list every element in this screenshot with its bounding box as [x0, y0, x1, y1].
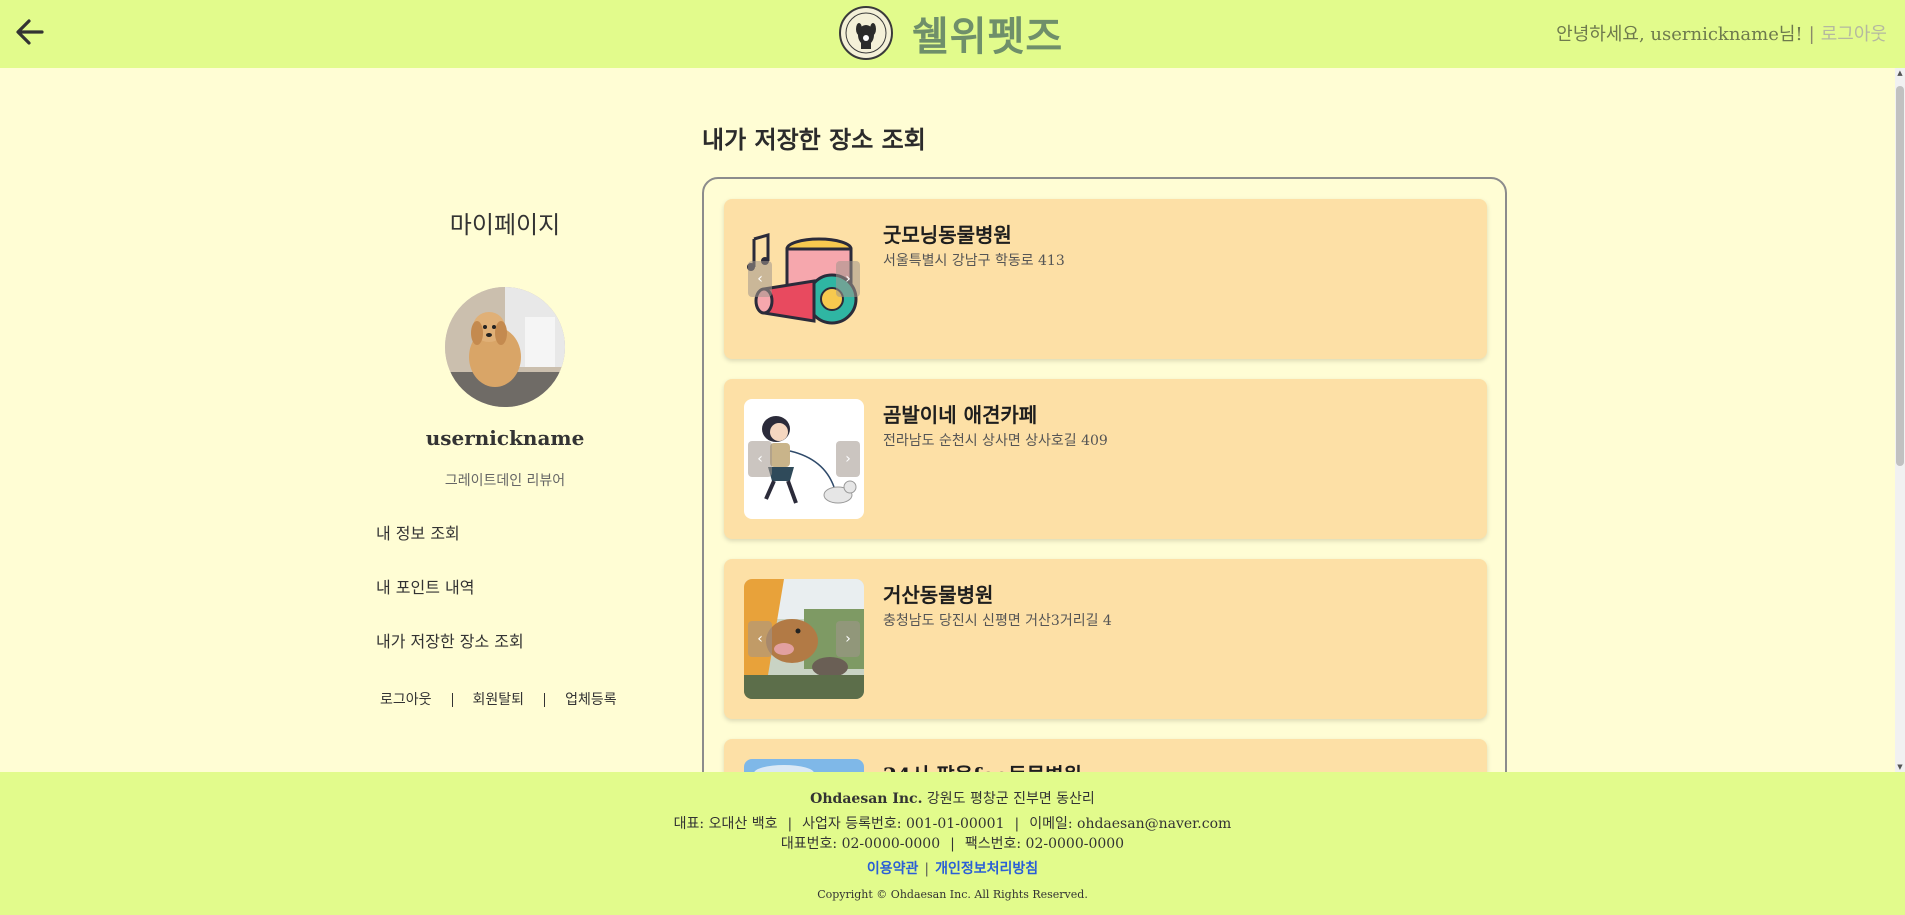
place-card[interactable]: ‹ › 곰발이네 애견카페 전라남도 순천시 상사면 상사호길 409 [724, 379, 1487, 539]
footer-fax: 팩스번호: 02-0000-0000 [964, 836, 1125, 852]
prev-image-button[interactable]: ‹ [748, 261, 772, 297]
header-separator: | [1808, 24, 1815, 45]
withdraw-link[interactable]: 회원탈퇴 [473, 692, 525, 708]
next-image-button[interactable]: › [836, 261, 860, 297]
divider [544, 693, 546, 707]
business-register-link[interactable]: 업체등록 [565, 692, 617, 708]
place-thumbnail: ‹ › [744, 399, 864, 519]
footer-phone: 대표번호: 02-0000-0000 [780, 836, 941, 852]
next-image-button[interactable]: › [836, 441, 860, 477]
footer-company-line: Ohdaesan Inc. 강원도 평창군 진부면 동산리 [0, 788, 1905, 808]
place-thumbnail: ‹ › [744, 219, 864, 339]
avatar [445, 287, 565, 407]
back-arrow-icon[interactable] [12, 14, 48, 50]
scrollbar-thumb[interactable] [1896, 86, 1904, 466]
user-area: 안녕하세요, usernickname님! | 로그아웃 [1556, 20, 1887, 46]
place-address: 충청남도 당진시 신평면 거산3거리길 4 [883, 613, 1112, 629]
prev-image-button[interactable]: ‹ [748, 621, 772, 657]
dog-seal-logo-icon [839, 6, 893, 60]
divider [451, 693, 453, 707]
footer-biz-no: 사업자 등록번호: 001-01-00001 [802, 816, 1005, 832]
sidebar-title: 마이페이지 [449, 211, 561, 239]
prev-image-button[interactable]: ‹ [748, 441, 772, 477]
footer-links: 이용약관 | 개인정보처리방침 [866, 861, 1039, 877]
profile-nickname: usernickname [425, 426, 585, 450]
footer-address: 강원도 평창군 진부면 동산리 [926, 791, 1095, 807]
privacy-link[interactable]: 개인정보처리방침 [935, 861, 1038, 877]
place-address: 전라남도 순천시 상사면 상사호길 409 [883, 433, 1108, 449]
page-scrollbar[interactable]: ▲ ▼ [1895, 68, 1905, 772]
footer-company: Ohdaesan Inc. [810, 791, 923, 807]
place-thumbnail: ‹ › [744, 579, 864, 699]
page-title: 내가 저장한 장소 조회 [702, 125, 926, 154]
header: 쉘위펫즈 안녕하세요, usernickname님! | 로그아웃 [0, 0, 1905, 68]
terms-link[interactable]: 이용약관 [867, 861, 919, 877]
menu-saved-places[interactable]: 내가 저장한 장소 조회 [376, 628, 524, 652]
place-card[interactable]: ‹ › 거산동물병원 충청남도 당진시 신평면 거산3거리길 4 [724, 559, 1487, 719]
footer: Ohdaesan Inc. 강원도 평창군 진부면 동산리 대표: 오대산 백호… [0, 772, 1905, 915]
saved-places-list[interactable]: ‹ › 굿모닝동물병원 서울특별시 강남구 학동로 413 ‹ › 곰발이네 애… [702, 177, 1507, 797]
place-address: 서울특별시 강남구 학동로 413 [883, 253, 1065, 269]
footer-email: 이메일: ohdaesan@naver.com [1029, 816, 1232, 832]
menu-my-points[interactable]: 내 포인트 내역 [376, 574, 475, 598]
place-name[interactable]: 거산동물병원 [883, 579, 993, 608]
footer-copyright: Copyright © Ohdaesan Inc. All Rights Res… [817, 888, 1088, 901]
brand-logo[interactable]: 쉘위펫즈 [838, 4, 1063, 62]
brand-name: 쉘위펫즈 [912, 14, 1064, 60]
greeting-text: 안녕하세요, usernickname님! [1556, 24, 1803, 45]
footer-info-line: 대표: 오대산 백호 | 사업자 등록번호: 001-01-00001 | 이메일: o… [673, 816, 1232, 832]
footer-ceo: 대표: 오대산 백호 [673, 816, 778, 832]
account-links: 로그아웃 회원탈퇴 업체등록 [380, 689, 617, 709]
scroll-down-icon[interactable]: ▼ [1895, 762, 1905, 772]
place-name[interactable]: 굿모닝동물병원 [883, 219, 1012, 248]
place-card[interactable]: ‹ › 굿모닝동물병원 서울특별시 강남구 학동로 413 [724, 199, 1487, 359]
menu-my-info[interactable]: 내 정보 조회 [376, 520, 460, 544]
place-name[interactable]: 곰발이네 애견카페 [883, 399, 1037, 428]
header-logout-link[interactable]: 로그아웃 [1821, 24, 1887, 45]
scroll-up-icon[interactable]: ▲ [1895, 68, 1905, 78]
mypage-sidebar: 마이페이지 usernickname 그레이트데인 리뷰어 내 정보 조회 내 … [370, 68, 640, 768]
logout-link[interactable]: 로그아웃 [380, 692, 432, 708]
footer-contact-line: 대표번호: 02-0000-0000 | 팩스번호: 02-0000-0000 [780, 836, 1125, 852]
profile-grade: 그레이트데인 리뷰어 [444, 473, 566, 489]
next-image-button[interactable]: › [836, 621, 860, 657]
